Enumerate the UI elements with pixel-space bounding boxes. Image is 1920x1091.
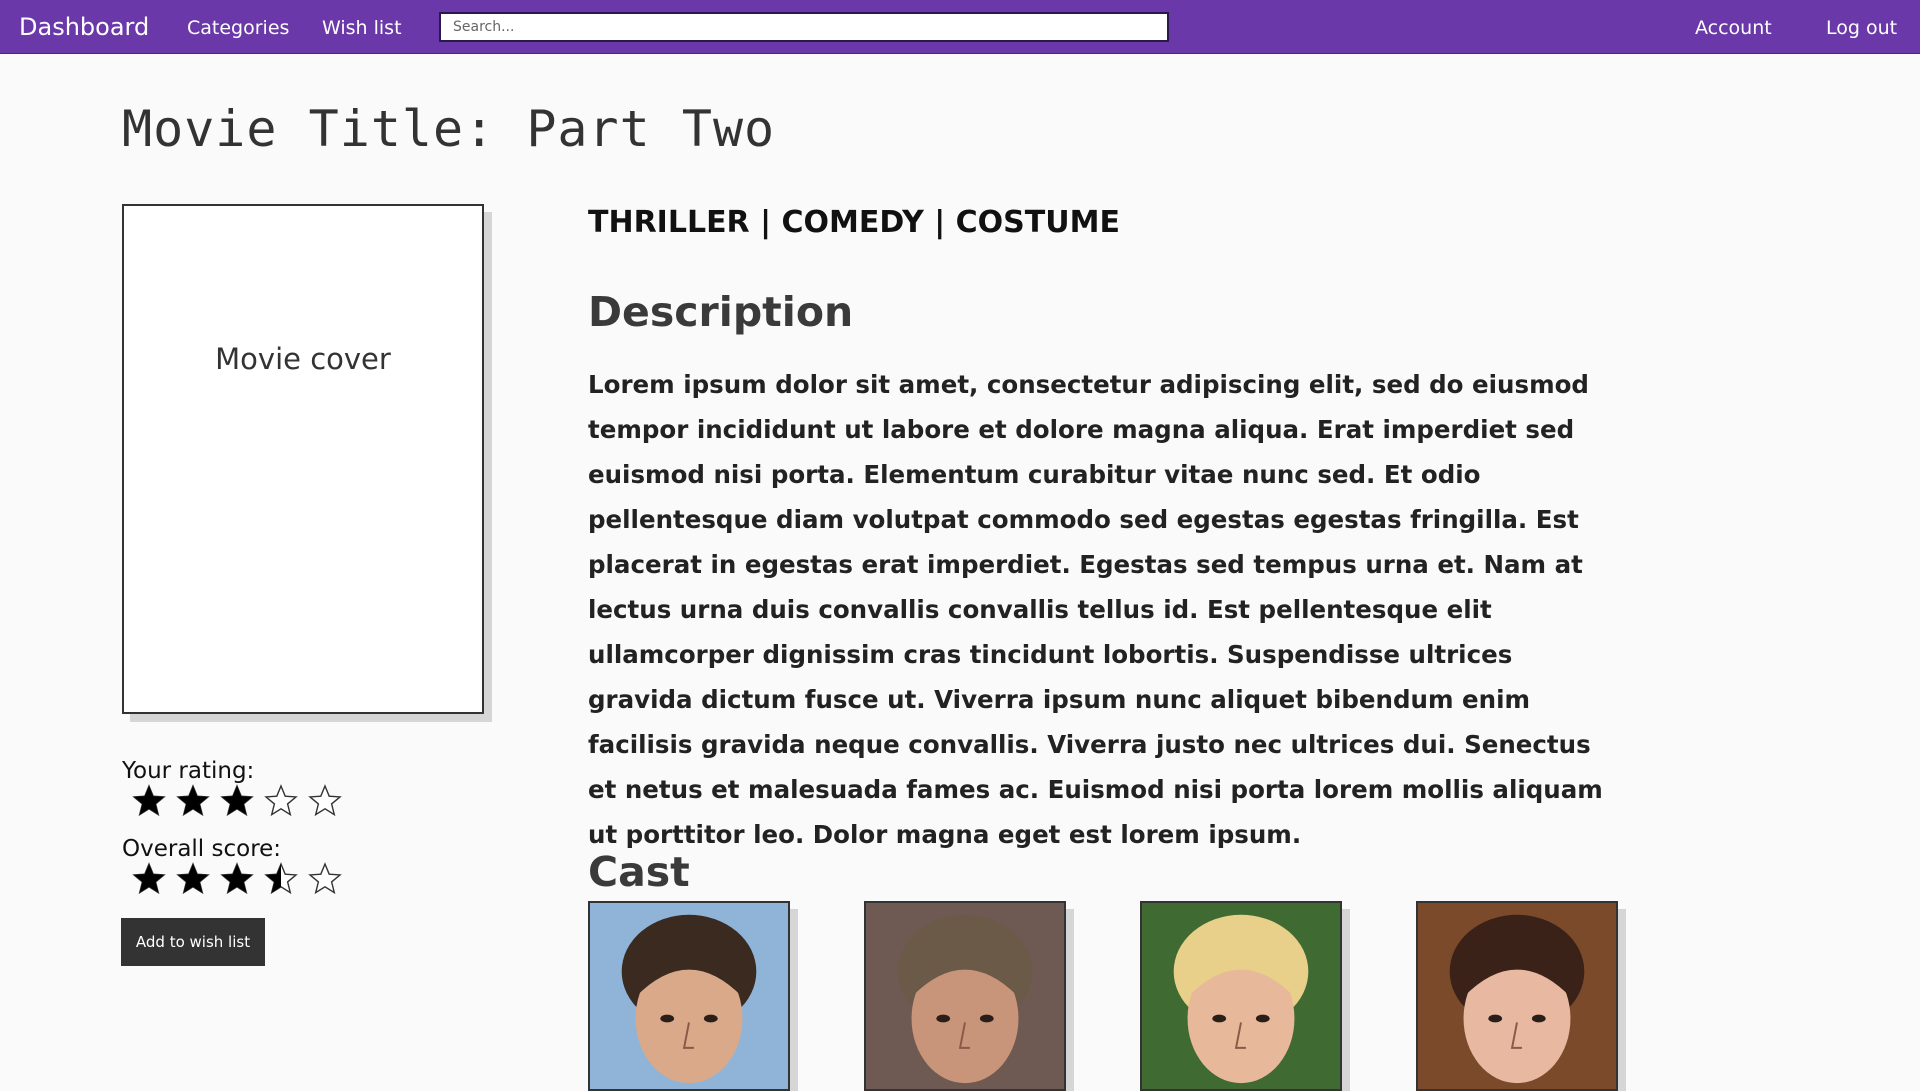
overall-score-label: Overall score: bbox=[122, 836, 282, 862]
overall-score-star-5-icon bbox=[308, 862, 352, 898]
nav-wishlist-link[interactable]: Wish list bbox=[322, 17, 402, 39]
your-rating-stars[interactable] bbox=[132, 784, 352, 820]
description-heading: Description bbox=[588, 288, 854, 336]
your-rating-star-1-icon[interactable] bbox=[132, 784, 176, 820]
page-title: Movie Title: Part Two bbox=[122, 100, 776, 158]
cast-member-2-photo[interactable] bbox=[864, 901, 1066, 1091]
search-input[interactable] bbox=[439, 12, 1169, 42]
cast-member-4-photo[interactable] bbox=[1416, 901, 1618, 1091]
your-rating-star-3-icon[interactable] bbox=[220, 784, 264, 820]
cast-member-3-photo[interactable] bbox=[1140, 901, 1342, 1091]
overall-score-star-3-icon bbox=[220, 862, 264, 898]
nav-dashboard-link[interactable]: Dashboard bbox=[19, 13, 149, 41]
description-text: Lorem ipsum dolor sit amet, consectetur … bbox=[588, 370, 1603, 849]
overall-score-star-4-icon bbox=[264, 862, 308, 898]
movie-cover-label: Movie cover bbox=[215, 342, 391, 376]
overall-score-star-2-icon bbox=[176, 862, 220, 898]
cast-member-1-photo[interactable] bbox=[588, 901, 790, 1091]
overall-score-stars bbox=[132, 862, 352, 898]
movie-cover: Movie cover bbox=[122, 204, 484, 714]
your-rating-star-5-icon[interactable] bbox=[308, 784, 352, 820]
nav-logout-link[interactable]: Log out bbox=[1826, 17, 1897, 39]
your-rating-label: Your rating: bbox=[122, 758, 255, 784]
nav-account-link[interactable]: Account bbox=[1695, 17, 1772, 39]
top-navbar: Dashboard Categories Wish list Account L… bbox=[0, 0, 1920, 54]
your-rating-star-2-icon[interactable] bbox=[176, 784, 220, 820]
genre-list: THRILLER | COMEDY | COSTUME bbox=[588, 205, 1120, 240]
cast-heading: Cast bbox=[588, 848, 690, 896]
nav-categories-link[interactable]: Categories bbox=[187, 17, 289, 39]
your-rating-star-4-icon[interactable] bbox=[264, 784, 308, 820]
overall-score-star-1-icon bbox=[132, 862, 176, 898]
add-to-wishlist-button[interactable]: Add to wish list bbox=[121, 918, 265, 966]
